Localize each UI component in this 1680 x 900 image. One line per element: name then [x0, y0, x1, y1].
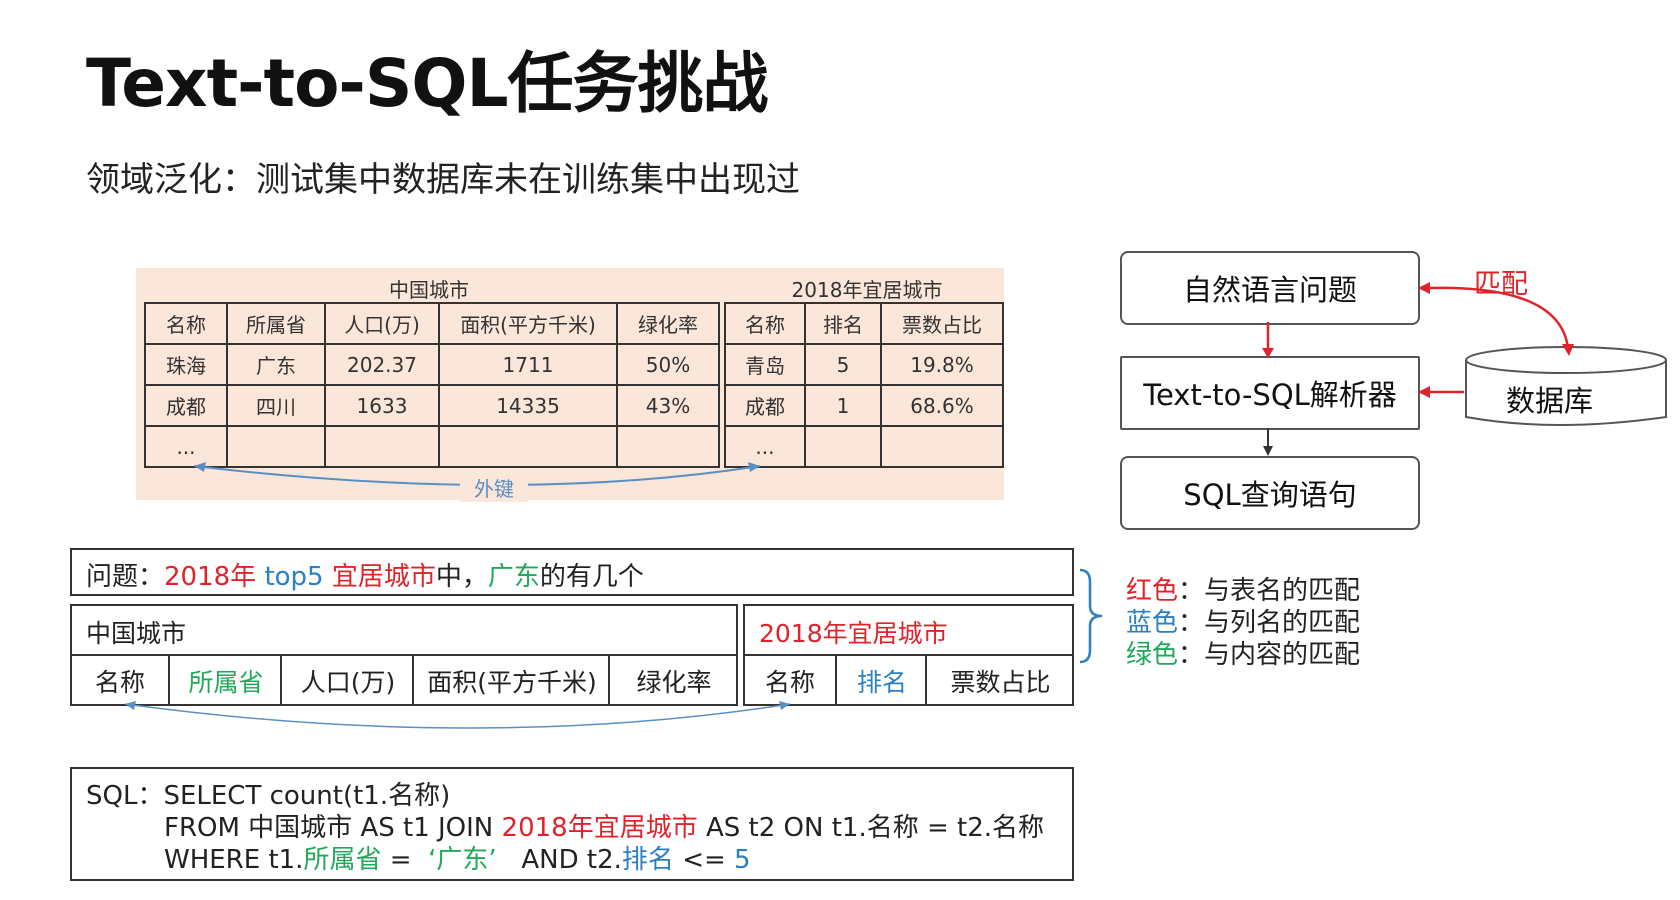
sql-col-rank: 排名: [621, 845, 674, 875]
match-label: 匹配: [1474, 269, 1528, 300]
sql-and: AND t2.: [496, 845, 622, 875]
question-year: 2018年: [164, 562, 257, 592]
sql-le: <=: [673, 845, 735, 875]
legend-green: 绿色：与内容的匹配: [1126, 634, 1360, 671]
legend-brace: [1079, 568, 1103, 664]
schema-column: 票数占比: [925, 656, 1074, 706]
sql-col-province: 所属省: [303, 845, 382, 875]
database-label: 数据库: [1506, 384, 1594, 418]
legend-green-desc: ：与内容的匹配: [1178, 640, 1361, 670]
slide-title: Text-to-SQL任务挑战: [86, 45, 769, 122]
schema-link-arrow: [124, 701, 791, 729]
question-city: 宜居城市: [331, 562, 436, 592]
question-top5: top5: [264, 562, 324, 592]
example-tables-panel: 中国城市 2018年宜居城市 名称 所属省 人口(万) 面积(平方千米) 绿化率…: [136, 268, 1005, 502]
legend-green-word: 绿色: [1126, 640, 1179, 670]
sql-val-guangdong: ‘广东’: [428, 845, 497, 875]
slide-subtitle: 领域泛化：测试集中数据库未在训练集中出现过: [86, 160, 800, 200]
schema-table1-name: 中国城市: [86, 619, 187, 648]
question-mid: 中，: [435, 562, 488, 592]
foreign-key-label: 外键: [460, 473, 528, 502]
sql-box: SQL：SELECT count(t1.名称) FROM 中国城市 AS t1 …: [70, 767, 1074, 881]
schema-column: 排名: [835, 656, 927, 706]
question-text: 问题：2018年 top5 宜居城市中，广东的有几个: [86, 556, 644, 593]
sql-val-5: 5: [734, 845, 751, 875]
question-guangdong: 广东: [487, 562, 540, 592]
sql-line-3: WHERE t1.所属省 = ‘广东’ AND t2.排名 <= 5: [164, 839, 751, 876]
foreign-key-arrow: [193, 462, 761, 486]
question-end: 的有几个: [539, 562, 644, 592]
schema-table2-name: 2018年宜居城市: [759, 619, 948, 648]
sql-where: WHERE t1.: [164, 845, 304, 875]
question-box: 问题：2018年 top5 宜居城市中，广东的有几个: [70, 548, 1074, 596]
sql-eq: =: [381, 845, 429, 875]
question-prefix: 问题：: [86, 562, 165, 592]
